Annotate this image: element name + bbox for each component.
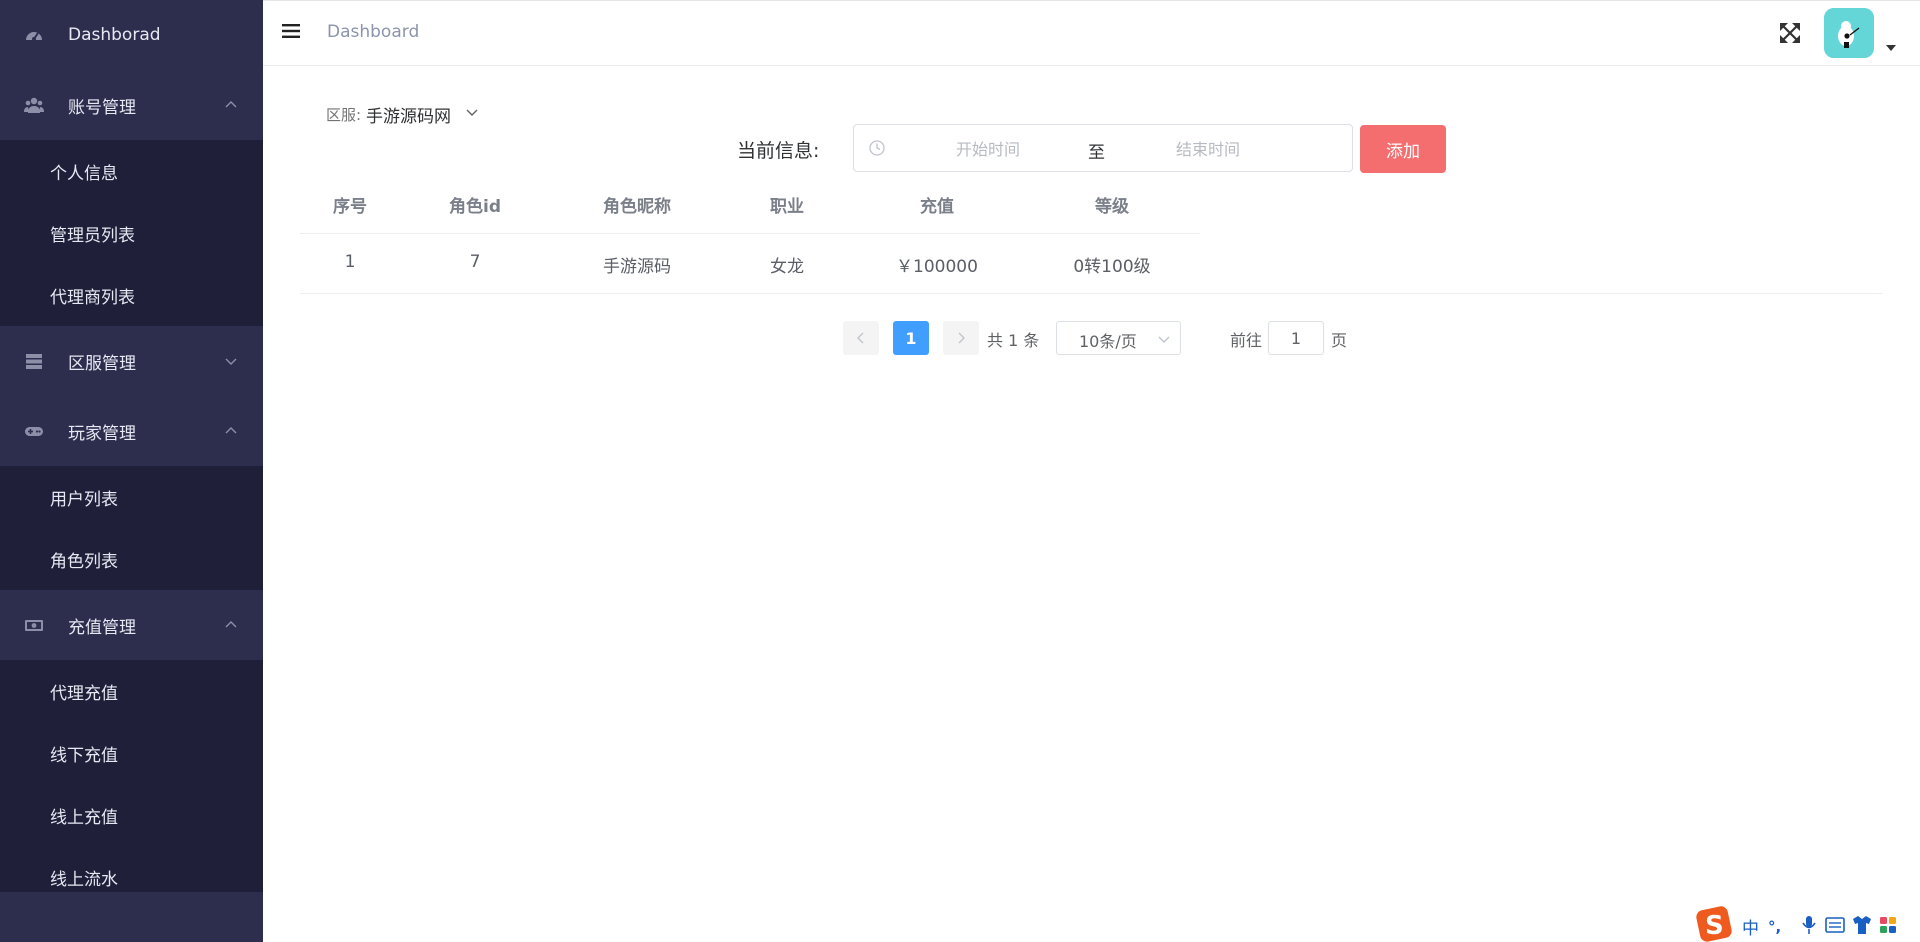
- sidebar-item-profile[interactable]: 个人信息: [0, 140, 263, 202]
- avatar[interactable]: [1824, 8, 1874, 58]
- sidebar-item-online-recharge[interactable]: 线上充值: [0, 784, 263, 846]
- chevron-left-icon: [857, 332, 864, 344]
- page-size-select[interactable]: 10条/页: [1056, 321, 1181, 355]
- current-info-label: 当前信息:: [737, 140, 820, 162]
- server-icon: [26, 354, 42, 369]
- table-row-divider: [300, 293, 1883, 294]
- menu-player[interactable]: 玩家管理: [0, 396, 263, 466]
- pagination-total: 共 1 条: [987, 331, 1040, 350]
- column-header-recharge: 充值: [920, 197, 954, 217]
- chevron-up-icon: [225, 621, 237, 628]
- hamburger-icon[interactable]: [281, 21, 301, 41]
- chevron-right-icon: [958, 332, 965, 344]
- menu-dashboard-label: Dashborad: [68, 25, 161, 45]
- server-select[interactable]: 手游源码网: [366, 102, 451, 127]
- column-header-nickname: 角色昵称: [603, 197, 671, 217]
- users-icon: [24, 97, 44, 113]
- start-time-input[interactable]: [916, 135, 1060, 163]
- chevron-up-icon: [225, 427, 237, 434]
- page-size-value: 10条/页: [1079, 332, 1137, 351]
- add-button[interactable]: 添加: [1360, 125, 1446, 173]
- player-submenu: 用户列表 角色列表: [0, 466, 263, 590]
- recharge-submenu: 代理充值 线下充值 线上充值 线上流水: [0, 660, 263, 908]
- table-cell: 1: [344, 252, 356, 272]
- column-header-index: 序号: [333, 197, 367, 217]
- gamepad-icon: [25, 427, 43, 436]
- sidebar-item-admin-list[interactable]: 管理员列表: [0, 202, 263, 264]
- goto-label: 前往: [1230, 331, 1263, 350]
- menu-dashboard[interactable]: Dashborad: [0, 0, 263, 70]
- page-number-button[interactable]: 1: [893, 321, 929, 355]
- svg-text:S: S: [1705, 911, 1724, 941]
- ime-lang[interactable]: 中: [1742, 919, 1759, 939]
- account-submenu: 个人信息 管理员列表 代理商列表: [0, 140, 263, 326]
- table-header-divider: [300, 233, 1200, 234]
- table-cell: 女龙: [770, 257, 804, 277]
- sidebar: Dashborad 账号管理 个人信息 管理员列表 代理商列表 区服管理 玩家管…: [0, 0, 263, 942]
- page-jump-input[interactable]: [1268, 321, 1324, 355]
- table-cell: 手游源码: [603, 257, 671, 277]
- range-separator: 至: [1088, 143, 1105, 163]
- sidebar-item-offline-recharge[interactable]: 线下充值: [0, 722, 263, 784]
- server-label: 区服:: [326, 106, 362, 124]
- menu-recharge-label: 充值管理: [68, 617, 136, 638]
- dashboard-icon: [26, 32, 42, 41]
- menu-server[interactable]: 区服管理: [0, 326, 263, 396]
- caret-down-icon[interactable]: [1886, 44, 1896, 52]
- table-cell: 7: [469, 252, 481, 272]
- next-page-button[interactable]: [943, 321, 979, 355]
- page-unit-label: 页: [1331, 331, 1348, 350]
- avatar-image: [1824, 8, 1874, 58]
- breadcrumb-title[interactable]: Dashboard: [327, 22, 419, 42]
- chevron-down-icon: [225, 358, 237, 365]
- menu-server-label: 区服管理: [68, 353, 136, 374]
- menu-recharge[interactable]: 充值管理: [0, 590, 263, 660]
- sidebar-item-role-list[interactable]: 角色列表: [0, 528, 263, 590]
- sidebar-item-agent-list[interactable]: 代理商列表: [0, 264, 263, 326]
- chevron-up-icon: [225, 101, 237, 108]
- column-header-class: 职业: [770, 197, 804, 217]
- prev-page-button[interactable]: [843, 321, 879, 355]
- menu-account[interactable]: 账号管理: [0, 70, 263, 140]
- clock-icon: [869, 140, 885, 156]
- ime-punct[interactable]: °,: [1768, 918, 1781, 936]
- column-header-level: 等级: [1095, 197, 1129, 217]
- chevron-down-icon: [1158, 336, 1170, 343]
- fullscreen-icon[interactable]: [1778, 21, 1802, 45]
- table-cell: 0转100级: [1073, 257, 1151, 277]
- end-time-input[interactable]: [1136, 135, 1280, 163]
- date-range-picker[interactable]: 至: [853, 124, 1353, 172]
- table-cell: ￥100000: [896, 257, 978, 277]
- sidebar-item-user-list[interactable]: 用户列表: [0, 466, 263, 528]
- menu-player-label: 玩家管理: [68, 423, 136, 444]
- money-icon: [25, 620, 43, 631]
- ime-toolbar[interactable]: S 中 °,: [1696, 905, 1920, 942]
- menu-account-label: 账号管理: [68, 97, 136, 118]
- sidebar-item-agent-recharge[interactable]: 代理充值: [0, 660, 263, 722]
- top-navbar: Dashboard: [263, 0, 1920, 66]
- column-header-role-id: 角色id: [449, 197, 501, 217]
- sidebar-footer: [0, 892, 263, 942]
- chevron-down-icon[interactable]: [466, 106, 478, 118]
